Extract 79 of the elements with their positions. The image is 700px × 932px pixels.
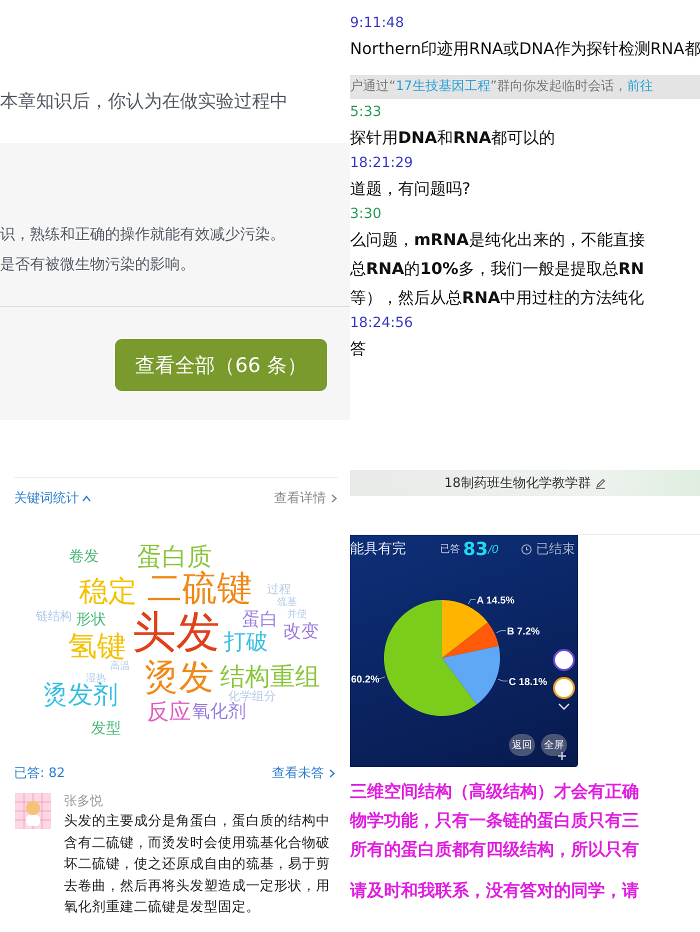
caret-up-icon xyxy=(82,494,91,502)
keyword: 烫发剂 xyxy=(43,682,118,706)
message-time: 18:24:56 xyxy=(350,315,413,331)
keyword: 化学组分 xyxy=(228,690,276,702)
answered-count: 已答: 82 xyxy=(14,765,66,782)
control-button[interactable]: 全屏 xyxy=(541,734,567,756)
note-text: 请及时和我联系，没有答对的同学，请 xyxy=(350,880,640,903)
note-text: 物学功能，只有一条链的蛋白质只有三 xyxy=(350,810,640,833)
keyword: 二硫键 xyxy=(147,572,252,606)
quiz-title: 能具有完 xyxy=(350,540,407,558)
keyword: 高温 xyxy=(110,662,130,672)
notice-text: 户通过“ xyxy=(350,79,396,94)
keyword: 稳定 xyxy=(79,576,137,606)
message-time: 3:30 xyxy=(350,206,382,222)
view-unanswered-link[interactable]: 查看未答 xyxy=(272,764,336,782)
keyword: 卷发 xyxy=(69,548,99,564)
message-text: 探针用DNA和RNA都可以的 xyxy=(350,127,556,149)
chevron-right-icon xyxy=(329,494,338,502)
keyword: 氧化剂 xyxy=(192,703,246,721)
group-title: 18制药班生物化学教学群 xyxy=(444,475,591,492)
leader-line xyxy=(498,678,508,682)
chevron-right-icon xyxy=(327,768,336,778)
leader-line xyxy=(468,599,476,605)
notice-link[interactable]: 前往 xyxy=(627,79,654,94)
note-text: 三维空间结构（高级结构）才会有正确 xyxy=(350,781,640,804)
keyword: 并使 xyxy=(287,610,307,620)
keyword: 烫发 xyxy=(144,660,214,696)
total-number: /0 xyxy=(488,542,499,556)
message-text: 道题，有问题吗? xyxy=(350,178,472,200)
chevron-down-icon[interactable] xyxy=(558,703,570,711)
plus-icon[interactable] xyxy=(557,751,567,761)
keyword: 巯基 xyxy=(277,598,297,608)
message-time: 9:11:48 xyxy=(350,15,404,31)
slice-label: A 14.5% xyxy=(476,596,515,607)
slice-label: C 18.1% xyxy=(508,676,548,688)
message-time: 5:33 xyxy=(350,104,382,120)
hint-button-icon[interactable] xyxy=(553,677,575,699)
slice-label: 60.2% xyxy=(351,674,380,686)
leader-line xyxy=(378,676,386,679)
notice-text: ”群向你发起临时会话， xyxy=(490,79,628,94)
interaction-button-icon[interactable] xyxy=(553,649,575,671)
comment-text: 头发的主要成分是角蛋白，蛋白质的结构中含有二硫键，而烫发时会使用巯基化合物破坏二硫键，使之还原成自由的巯基，易于剪去卷曲，然后再将头发塑造成一定形状，用氧化剂重建二硫键是发型固定。 xyxy=(64,812,331,917)
keyword: 发型 xyxy=(91,720,121,736)
slice-label: B 7.2% xyxy=(506,626,540,638)
control-button[interactable]: 返回 xyxy=(509,734,535,756)
view-details-link[interactable]: 查看详情 xyxy=(274,489,338,507)
view-all-button[interactable]: 查看全部（66 条） xyxy=(115,339,327,391)
note-text: 所有的蛋白质都有四级结构，所以只有 xyxy=(350,839,640,862)
notice-link[interactable]: 17生技基因工程 xyxy=(396,79,490,94)
keyword: 结构重组 xyxy=(220,664,320,688)
keyword: 氢键 xyxy=(68,632,126,660)
answer-text: 是否有被微生物污染的影响。 xyxy=(0,254,196,275)
keyword: 蛋白 xyxy=(242,611,278,629)
keyword: 头发 xyxy=(132,611,220,655)
message-time: 18:21:29 xyxy=(350,155,413,171)
keyword: 形状 xyxy=(76,612,106,626)
keyword: 反应 xyxy=(147,702,191,724)
avatar xyxy=(15,793,51,829)
answered-label: 已答 xyxy=(440,543,460,556)
edit-icon[interactable] xyxy=(594,478,606,488)
keyword: 蛋白质 xyxy=(137,544,212,568)
message-text: 答 xyxy=(350,338,367,360)
answered-number: 83 xyxy=(463,538,488,560)
commenter-name: 张多悦 xyxy=(64,793,104,811)
keyword-stats-title[interactable]: 关键词统计 xyxy=(14,489,79,507)
keyword: 湿热 xyxy=(86,674,106,684)
message-text: 总RNA的10%多，我们一般是提取总RN xyxy=(350,258,646,280)
keyword: 改变 xyxy=(283,623,319,641)
leader-line xyxy=(496,630,506,634)
question-text: 本章知识后，你认为在做实验过程中 xyxy=(0,90,288,114)
answer-text: 识，熟练和正确的操作就能有效减少污染。 xyxy=(0,224,286,245)
clock-icon xyxy=(520,544,532,554)
message-text: Northern印迹用RNA或DNA作为探针检测RNA都 xyxy=(350,38,700,60)
quiz-status: 已结束 xyxy=(536,541,575,558)
message-text: 等），然后从总RNA中用过柱的方法纯化 xyxy=(350,287,646,309)
keyword: 打破 xyxy=(224,632,268,654)
keyword: 过程 xyxy=(267,583,291,595)
keyword: 链结构 xyxy=(36,610,72,622)
message-text: 么问题，mRNA是纯化出来的，不能直接 xyxy=(350,229,646,251)
